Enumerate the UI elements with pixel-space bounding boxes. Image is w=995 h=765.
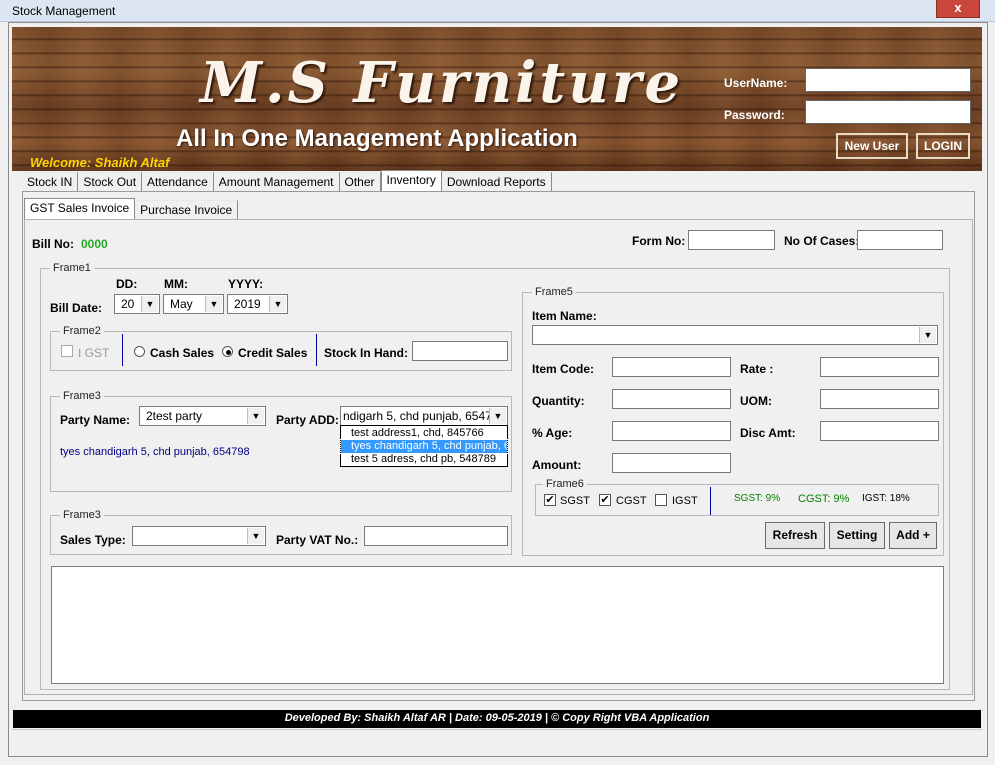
credit-sales-label: Credit Sales (238, 346, 308, 360)
month-select[interactable]: May ▼ (163, 294, 224, 314)
quantity-label: Quantity: (532, 394, 585, 408)
dropdown-option[interactable]: test address1, chd, 845766 (341, 427, 507, 440)
party-vat-input[interactable] (364, 526, 508, 546)
invoice-items-list[interactable] (51, 566, 944, 684)
mm-label: MM: (164, 277, 188, 291)
amount-input[interactable] (612, 453, 731, 473)
username-input[interactable] (805, 68, 971, 92)
quantity-input[interactable] (612, 389, 731, 409)
cash-sales-radio[interactable] (134, 346, 145, 357)
app-subtitle: All In One Management Application (176, 125, 578, 152)
no-of-cases-label: No Of Cases: (784, 234, 860, 248)
divider (122, 334, 123, 366)
chevron-down-icon[interactable]: ▼ (247, 528, 264, 544)
frame3-party-title: Frame3 (60, 390, 104, 402)
igst-rate-label: IGST (672, 495, 698, 507)
party-name-label: Party Name: (60, 413, 131, 427)
dropdown-option-selected[interactable]: tyes chandigarh 5, chd punjab, 6 (340, 439, 508, 454)
sales-type-select[interactable]: ▼ (132, 526, 266, 546)
igst-checkbox[interactable] (61, 345, 73, 357)
uom-input[interactable] (820, 389, 939, 409)
party-address-value: ndigarh 5, chd punjab, 654798 (343, 409, 506, 423)
chevron-down-icon[interactable]: ▼ (919, 327, 936, 343)
sgst-rate-text: SGST: 9% (734, 493, 781, 504)
igst-rate-text: IGST: 18% (862, 493, 910, 504)
status-bar (12, 729, 982, 751)
footer-credits: Developed By: Shaikh Altaf AR | Date: 09… (13, 710, 981, 728)
party-name-select[interactable]: 2test party ▼ (139, 406, 266, 426)
divider (710, 487, 711, 515)
party-address-select[interactable]: ndigarh 5, chd punjab, 654798 ▼ (340, 406, 508, 426)
close-button[interactable]: x (936, 0, 980, 18)
year-select[interactable]: 2019 ▼ (227, 294, 288, 314)
party-vat-label: Party VAT No.: (276, 533, 359, 547)
frame5-title: Frame5 (532, 286, 576, 298)
cash-sales-label: Cash Sales (150, 346, 215, 360)
rate-label: Rate : (740, 362, 774, 376)
main-tabs: Stock IN Stock Out Attendance Amount Manage… (22, 170, 552, 195)
frame6-title: Frame6 (543, 478, 587, 490)
chevron-down-icon[interactable]: ▼ (269, 296, 286, 312)
divider (316, 334, 317, 366)
rate-input[interactable] (820, 357, 939, 377)
igst-label: I GST (78, 346, 110, 360)
login-button[interactable]: LOGIN (916, 133, 970, 159)
item-code-input[interactable] (612, 357, 731, 377)
month-value: May (170, 297, 193, 311)
item-code-label: Item Code: (532, 362, 595, 376)
window-title: Stock Management (12, 4, 116, 18)
add-button[interactable]: Add + (889, 522, 937, 549)
credit-sales-radio[interactable] (222, 346, 233, 357)
no-of-cases-input[interactable] (857, 230, 943, 250)
chevron-down-icon[interactable]: ▼ (141, 296, 158, 312)
sgst-checkbox[interactable]: ✔ (544, 494, 556, 506)
party-name-value: 2test party (146, 409, 203, 423)
item-name-select[interactable]: ▼ (532, 325, 938, 345)
dd-label: DD: (116, 277, 138, 291)
disc-amt-input[interactable] (820, 421, 939, 441)
refresh-button[interactable]: Refresh (765, 522, 825, 549)
chevron-down-icon[interactable]: ▼ (205, 296, 222, 312)
amount-label: Amount: (532, 458, 582, 472)
yyyy-label: YYYY: (228, 277, 264, 291)
form-no-label: Form No: (632, 234, 686, 248)
welcome-text: Welcome: Shaikh Altaf (30, 155, 170, 170)
bill-no-label: Bill No: (32, 237, 74, 251)
party-address-text: tyes chandigarh 5, chd punjab, 654798 (60, 446, 250, 458)
day-select[interactable]: 20 ▼ (114, 294, 160, 314)
sales-type-label: Sales Type: (60, 533, 126, 547)
cgst-rate-text: CGST: 9% (798, 493, 850, 505)
brand-title: M.S Furniture (200, 50, 684, 116)
bill-date-label: Bill Date: (50, 301, 103, 315)
dropdown-option[interactable]: test 5 adress, chd pb, 548789 (341, 453, 507, 466)
username-label: UserName: (724, 76, 788, 90)
chevron-down-icon[interactable]: ▼ (247, 408, 264, 424)
cgst-label: CGST (616, 495, 647, 507)
igst-rate-checkbox[interactable] (655, 494, 667, 506)
year-value: 2019 (234, 297, 261, 311)
window-titlebar: Stock Management (0, 0, 995, 22)
age-input[interactable] (612, 421, 731, 441)
password-input[interactable] (805, 100, 971, 124)
uom-label: UOM: (740, 394, 772, 408)
disc-amt-label: Disc Amt: (740, 426, 796, 440)
bill-no-value: 0000 (81, 237, 108, 251)
form-no-input[interactable] (688, 230, 775, 250)
day-value: 20 (121, 297, 135, 311)
password-label: Password: (724, 108, 785, 122)
setting-button[interactable]: Setting (829, 522, 885, 549)
stock-in-hand-label: Stock In Hand: (324, 346, 409, 360)
cgst-checkbox[interactable]: ✔ (599, 494, 611, 506)
chevron-down-icon[interactable]: ▼ (489, 408, 506, 424)
party-address-dropdown: test address1, chd, 845766 tyes chandiga… (340, 425, 508, 467)
party-add-label: Party ADD: (276, 413, 339, 427)
frame3-sales-title: Frame3 (60, 509, 104, 521)
new-user-button[interactable]: New User (836, 133, 908, 159)
frame2-title: Frame2 (60, 325, 104, 337)
stock-in-hand-input[interactable] (412, 341, 508, 361)
item-name-label: Item Name: (532, 309, 597, 323)
frame1-title: Frame1 (50, 262, 94, 274)
sgst-label: SGST (560, 495, 590, 507)
age-label: % Age: (532, 426, 573, 440)
